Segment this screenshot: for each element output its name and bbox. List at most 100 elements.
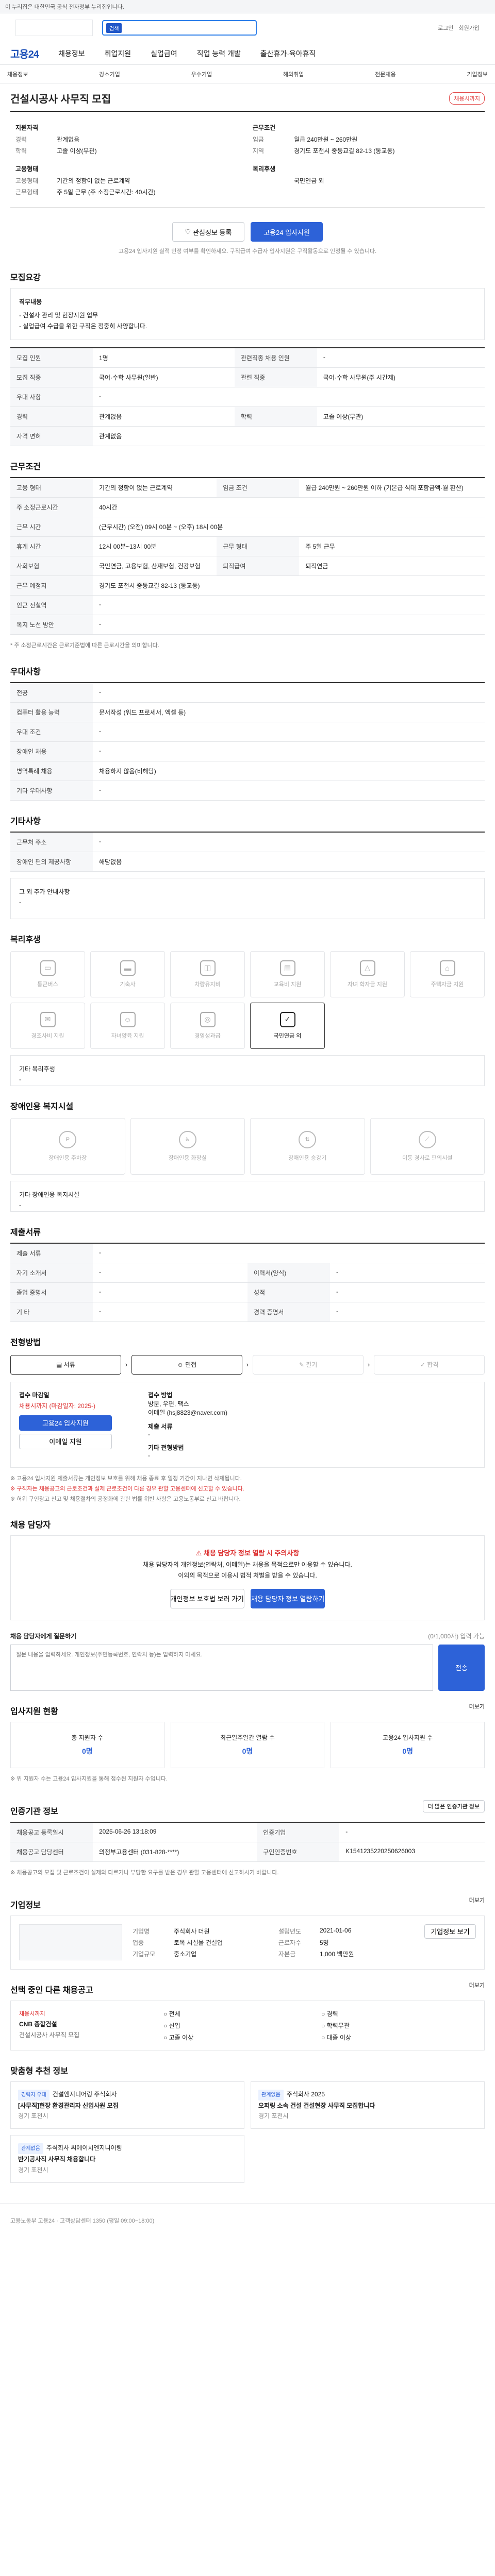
recommend-meta: 경기 포천시 [18, 2112, 48, 2120]
recommend-card[interactable]: 경력자 우대 건설엔지니어링 주식회사 [사무직]현장 환경관리자 신입사원 모집… [10, 2081, 244, 2129]
similar-company: 채용시까지 CNB 종합건설 건설시공사 사무직 모집 [19, 2009, 153, 2042]
subnav-item-overseas[interactable]: 해외취업 [283, 70, 304, 78]
stat-label: 고용24 입사지원 수 [383, 1734, 433, 1742]
search-row: 검색 로그인 회원가입 [0, 13, 495, 42]
company-more-link[interactable]: 더보기 [469, 1896, 485, 1904]
filter-option[interactable]: ○ 경력 [321, 2009, 476, 2018]
recommend-job-title: 오퍼링 소속 건설 건설현장 사무직 모집합니다 [258, 2102, 375, 2109]
summary-row: 지역 경기도 포천시 중동교길 82-13 (동교동) [253, 146, 480, 155]
subnav-item-expert[interactable]: 전문채용 [375, 70, 395, 78]
welfare-label: 주택자금 지원 [431, 981, 464, 988]
filter-option[interactable]: ○ 전체 [163, 2009, 318, 2018]
inquiry-textarea[interactable] [10, 1644, 433, 1691]
summary-welfare-heading: 복리후생 [253, 165, 276, 173]
accessibility-label: 장애인용 승강기 [288, 1155, 327, 1161]
summary-value: 주 5일 근무 (주 소정근로시간: 40시간) [57, 189, 156, 196]
company-key: 기업규모 [133, 1950, 156, 1958]
subnav-item-company[interactable]: 기업정보 [467, 70, 487, 78]
welfare-grid: ▭ 통근버스 ▬ 기숙사 ◫ 차량유지비 ▤ 교육비 지원 △ 자녀 학자금 지원 ⌂ 주택… [10, 951, 485, 1049]
apply-methods: 접수 방법 방문, 우편, 팩스 이메일 (hsj8823@naver.com)… [148, 1391, 476, 1459]
company-box: 기업명 주식회사 더원 업종 토목 시설물 건설업 기업규모 중소기업 설립년도 202… [10, 1915, 485, 1970]
similar-box: 채용시까지 CNB 종합건설 건설시공사 사무직 모집 ○ 전체 ○ 경력 ○ … [10, 2000, 485, 2050]
recommend-card[interactable]: 관계없음 주식회사 2025 오퍼링 소속 건설 건설현장 사무직 모집합니다 경… [251, 2081, 485, 2129]
filter-option[interactable]: ○ 신입 [163, 2021, 318, 2030]
summary-key: 임금 [253, 136, 265, 143]
accessibility-label: 장애인용 주차장 [48, 1155, 87, 1161]
table-key: 관련 직종 [234, 367, 317, 388]
subnav-item-excellent[interactable]: 우수기업 [191, 70, 212, 78]
welfare-label: 교육비 지원 [273, 981, 302, 988]
join-link[interactable]: 회원가입 [459, 24, 480, 32]
welfare-label: 경영성과급 [194, 1032, 221, 1039]
similar-header: 선택 중인 다른 채용공고 더보기 [10, 1970, 485, 2001]
inquiry-send-button[interactable]: 전송 [438, 1644, 485, 1691]
table-value: - [93, 722, 485, 742]
gnb-item-jobs[interactable]: 채용정보 [58, 48, 85, 59]
apply-email-button[interactable]: 이메일 지원 [19, 1433, 112, 1449]
table-row: 장애인 채용 - [10, 741, 485, 761]
radio-icon: ○ [163, 2022, 169, 2029]
apply-online-button[interactable]: 고용24 입사지원 [19, 1415, 112, 1431]
filter-option[interactable]: ○ 대졸 이상 [321, 2033, 476, 2042]
table-key: 장애인 편의 제공사항 [10, 852, 93, 872]
table-value: - [93, 615, 485, 635]
apply-method-label: 접수 방법 [148, 1391, 173, 1399]
table-key: 자기 소개서 [10, 1263, 93, 1283]
status-footnote: ※ 위 지원자 수는 고용24 입사지원을 통해 접수된 지원자 수입니다. [10, 1775, 168, 1782]
recommend-job-title: [사무직]현장 환경관리자 신입사원 모집 [18, 2102, 119, 2109]
similar-company-name[interactable]: CNB 종합건설 [19, 2020, 153, 2028]
table-row: 모집 인원 1명 관련직종 채용 인원 - [10, 348, 485, 368]
filter-option[interactable]: ○ 고졸 이상 [163, 2033, 318, 2042]
company-info-button[interactable]: 기업정보 보기 [424, 1924, 476, 1939]
summary-condition-heading: 근무조건 [253, 124, 276, 131]
subnav-item-jobs[interactable]: 채용정보 [7, 70, 28, 78]
similar-more-link[interactable]: 더보기 [469, 1981, 485, 1989]
table-row: 우대 사항 - [10, 387, 485, 408]
company-row: 설립년도 2021-01-06 [278, 1927, 414, 1936]
login-link[interactable]: 로그인 [438, 24, 453, 32]
parking-icon: P [59, 1130, 77, 1148]
status-more-link[interactable]: 더보기 [469, 1702, 485, 1710]
stat-value: 0명 [82, 1747, 93, 1756]
table-value: 2025-06-26 13:18:09 [93, 1822, 257, 1842]
similar-tag: 채용시까지 [19, 2010, 45, 2017]
view-contact-button[interactable]: 채용 담당자 정보 열람하기 [251, 1588, 325, 1608]
interest-button[interactable]: ♡ 관심정보 등록 [172, 222, 244, 242]
step-label: 면접 [185, 1361, 197, 1369]
gnb-logo[interactable]: 고용24 [10, 46, 39, 61]
gnb-item-support[interactable]: 취업지원 [105, 48, 131, 59]
apply-method: 이메일 (hsj8823@naver.com) [148, 1409, 228, 1416]
recommend-card[interactable]: 관계없음 주식회사 씨에이치엔지니어링 반기공사직 사무직 채용합니다 경기 포천… [10, 2135, 244, 2183]
legal-note: ※ 허위 구인광고 신고 및 채용절차의 공정화에 관한 법률 위반 사항은 고… [10, 1496, 241, 1502]
site-logo-slot[interactable] [15, 20, 93, 36]
status-header: 입사지원 현황 더보기 [10, 1691, 485, 1722]
gnb-item-training[interactable]: 직업 능력 개발 [197, 48, 241, 59]
company-key: 기업명 [133, 1927, 150, 1935]
docs-title: 제출서류 [10, 1228, 41, 1237]
table-key: 근무 예정지 [10, 575, 93, 596]
contact-desc: 이외의 목적으로 이용시 법적 처벌을 받을 수 있습니다. [178, 1572, 317, 1580]
stat-card: 총 지원자 수 0명 [10, 1721, 164, 1768]
similar-position[interactable]: 건설시공사 사무직 모집 [19, 2030, 153, 2039]
summary-key: 학력 [15, 147, 27, 155]
subnav-item-small[interactable]: 강소기업 [99, 70, 120, 78]
filter-label: 전체 [169, 2010, 180, 2018]
welfare-label: 통근버스 [37, 981, 58, 988]
table-key: 관련직종 채용 인원 [234, 348, 317, 368]
apply-button[interactable]: 고용24 입사지원 [251, 222, 323, 242]
table-row: 자격 면허 관계없음 [10, 426, 485, 447]
welfare-item: △ 자녀 학자금 지원 [330, 951, 405, 997]
table-key: 인증기업 [257, 1822, 340, 1842]
privacy-law-button[interactable]: 개인정보 보호법 보러 가기 [170, 1588, 244, 1608]
summary-key: 고용형태 [15, 177, 39, 184]
table-key: 복지 노선 방안 [10, 615, 93, 635]
filter-option[interactable]: ○ 학력무관 [321, 2021, 476, 2030]
search-box[interactable]: 검색 [102, 20, 257, 36]
pref-table: 전공 - 컴퓨터 활용 능력 문서작성 (워드 프로세서, 엑셀 등) 우대 조건 -… [10, 682, 485, 801]
agency-more-button[interactable]: 더 많은 인증기관 정보 [423, 1800, 485, 1812]
elevator-icon: ⇅ [299, 1130, 317, 1148]
table-value: (근무시간) (오전) 09시 00분 ~ (오후) 18시 00분 [93, 517, 485, 537]
etc-title: 기타사항 [10, 817, 41, 826]
gnb-item-leave[interactable]: 출산휴가·육아휴직 [260, 48, 316, 59]
gnb-item-benefit[interactable]: 실업급여 [151, 48, 177, 59]
